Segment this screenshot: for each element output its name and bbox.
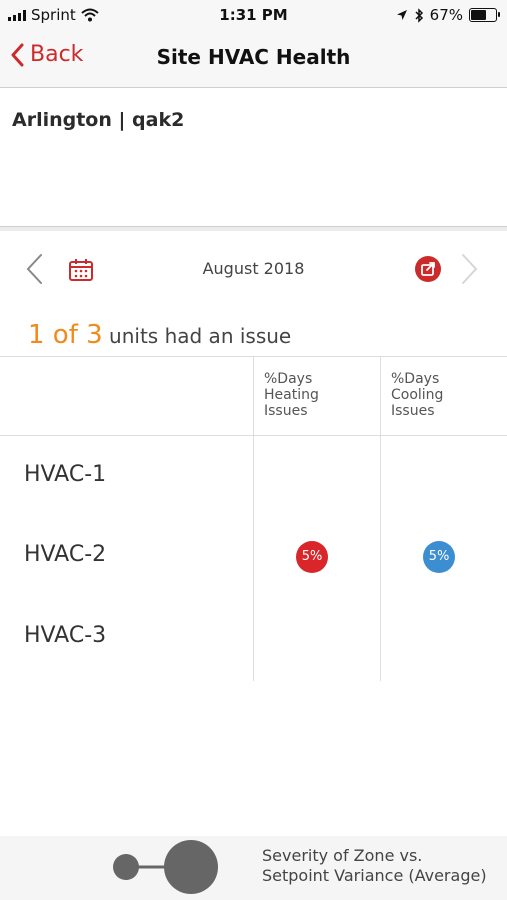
share-button[interactable] bbox=[415, 256, 441, 282]
column-divider bbox=[253, 357, 254, 681]
column-divider bbox=[380, 357, 381, 681]
date-navigation: August 2018 bbox=[0, 240, 507, 300]
bluetooth-icon bbox=[415, 7, 423, 23]
status-bar: Sprint 1:31 PM 67% bbox=[0, 0, 507, 30]
next-month-button[interactable] bbox=[460, 252, 480, 286]
row-label-hvac-2[interactable]: HVAC-2 bbox=[24, 542, 106, 567]
site-name: Arlington | qak2 bbox=[12, 109, 185, 131]
section-divider bbox=[0, 227, 507, 231]
share-icon bbox=[421, 262, 435, 276]
status-right: 67% bbox=[396, 6, 500, 24]
issue-summary: 1 of 3 units had an issue bbox=[28, 320, 291, 350]
severity-legend-icon bbox=[113, 840, 218, 894]
column-header-cooling: %Days Cooling Issues bbox=[391, 371, 444, 419]
issue-table: %Days Heating Issues %Days Cooling Issue… bbox=[0, 356, 507, 681]
navigation-bar: Back Site HVAC Health bbox=[0, 30, 507, 88]
cooling-issue-badge[interactable]: 5% bbox=[423, 541, 455, 573]
row-label-hvac-1[interactable]: HVAC-1 bbox=[24, 462, 106, 487]
issue-count: 1 of 3 bbox=[28, 320, 103, 350]
battery-percent: 67% bbox=[429, 6, 463, 24]
heating-issue-badge[interactable]: 5% bbox=[296, 541, 328, 573]
issue-summary-text: units had an issue bbox=[109, 324, 292, 348]
page-title: Site HVAC Health bbox=[156, 45, 351, 69]
column-header-heating: %Days Heating Issues bbox=[264, 371, 319, 419]
header-divider bbox=[0, 435, 507, 436]
location-arrow-icon bbox=[396, 10, 407, 20]
row-label-hvac-3[interactable]: HVAC-3 bbox=[24, 623, 106, 648]
severity-legend: Severity of Zone vs. Setpoint Variance (… bbox=[0, 836, 507, 900]
battery-icon bbox=[469, 8, 500, 22]
legend-label: Severity of Zone vs. Setpoint Variance (… bbox=[262, 846, 487, 885]
site-panel: Arlington | qak2 bbox=[0, 88, 507, 227]
